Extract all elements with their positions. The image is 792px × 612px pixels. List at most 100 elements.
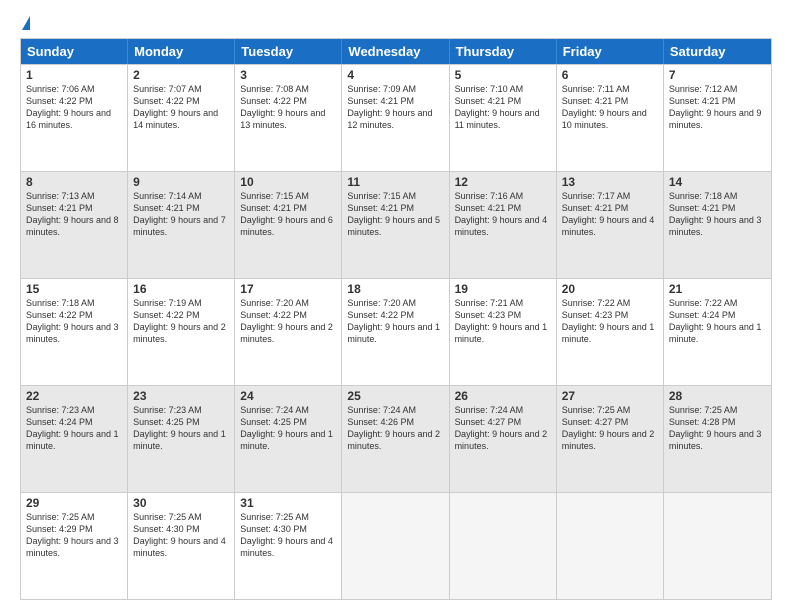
day-number: 15 xyxy=(26,282,122,296)
day-number: 28 xyxy=(669,389,766,403)
calendar-week-5: 29Sunrise: 7:25 AM Sunset: 4:29 PM Dayli… xyxy=(21,492,771,599)
day-info: Sunrise: 7:06 AM Sunset: 4:22 PM Dayligh… xyxy=(26,83,122,132)
day-info: Sunrise: 7:22 AM Sunset: 4:23 PM Dayligh… xyxy=(562,297,658,346)
day-info: Sunrise: 7:15 AM Sunset: 4:21 PM Dayligh… xyxy=(240,190,336,239)
day-info: Sunrise: 7:25 AM Sunset: 4:29 PM Dayligh… xyxy=(26,511,122,560)
calendar-cell: 11Sunrise: 7:15 AM Sunset: 4:21 PM Dayli… xyxy=(342,172,449,278)
day-number: 16 xyxy=(133,282,229,296)
calendar-body: 1Sunrise: 7:06 AM Sunset: 4:22 PM Daylig… xyxy=(21,64,771,599)
day-info: Sunrise: 7:23 AM Sunset: 4:24 PM Dayligh… xyxy=(26,404,122,453)
day-number: 30 xyxy=(133,496,229,510)
day-info: Sunrise: 7:24 AM Sunset: 4:27 PM Dayligh… xyxy=(455,404,551,453)
calendar-header-cell-sunday: Sunday xyxy=(21,39,128,64)
calendar-header-cell-friday: Friday xyxy=(557,39,664,64)
calendar-header-cell-saturday: Saturday xyxy=(664,39,771,64)
day-info: Sunrise: 7:20 AM Sunset: 4:22 PM Dayligh… xyxy=(240,297,336,346)
calendar-header-row: SundayMondayTuesdayWednesdayThursdayFrid… xyxy=(21,39,771,64)
day-number: 29 xyxy=(26,496,122,510)
day-number: 31 xyxy=(240,496,336,510)
calendar-cell: 29Sunrise: 7:25 AM Sunset: 4:29 PM Dayli… xyxy=(21,493,128,599)
calendar-cell xyxy=(342,493,449,599)
calendar-cell: 13Sunrise: 7:17 AM Sunset: 4:21 PM Dayli… xyxy=(557,172,664,278)
calendar-cell: 14Sunrise: 7:18 AM Sunset: 4:21 PM Dayli… xyxy=(664,172,771,278)
day-number: 9 xyxy=(133,175,229,189)
calendar-cell: 8Sunrise: 7:13 AM Sunset: 4:21 PM Daylig… xyxy=(21,172,128,278)
calendar-cell: 31Sunrise: 7:25 AM Sunset: 4:30 PM Dayli… xyxy=(235,493,342,599)
calendar-cell xyxy=(450,493,557,599)
day-info: Sunrise: 7:13 AM Sunset: 4:21 PM Dayligh… xyxy=(26,190,122,239)
calendar-cell: 2Sunrise: 7:07 AM Sunset: 4:22 PM Daylig… xyxy=(128,65,235,171)
day-info: Sunrise: 7:24 AM Sunset: 4:26 PM Dayligh… xyxy=(347,404,443,453)
day-number: 26 xyxy=(455,389,551,403)
day-number: 20 xyxy=(562,282,658,296)
day-info: Sunrise: 7:17 AM Sunset: 4:21 PM Dayligh… xyxy=(562,190,658,239)
day-number: 2 xyxy=(133,68,229,82)
page: SundayMondayTuesdayWednesdayThursdayFrid… xyxy=(0,0,792,612)
day-number: 17 xyxy=(240,282,336,296)
calendar-cell: 27Sunrise: 7:25 AM Sunset: 4:27 PM Dayli… xyxy=(557,386,664,492)
day-info: Sunrise: 7:12 AM Sunset: 4:21 PM Dayligh… xyxy=(669,83,766,132)
calendar-cell: 17Sunrise: 7:20 AM Sunset: 4:22 PM Dayli… xyxy=(235,279,342,385)
day-number: 18 xyxy=(347,282,443,296)
calendar-cell: 28Sunrise: 7:25 AM Sunset: 4:28 PM Dayli… xyxy=(664,386,771,492)
day-info: Sunrise: 7:15 AM Sunset: 4:21 PM Dayligh… xyxy=(347,190,443,239)
day-number: 1 xyxy=(26,68,122,82)
day-info: Sunrise: 7:11 AM Sunset: 4:21 PM Dayligh… xyxy=(562,83,658,132)
day-info: Sunrise: 7:22 AM Sunset: 4:24 PM Dayligh… xyxy=(669,297,766,346)
day-info: Sunrise: 7:25 AM Sunset: 4:28 PM Dayligh… xyxy=(669,404,766,453)
calendar-cell: 16Sunrise: 7:19 AM Sunset: 4:22 PM Dayli… xyxy=(128,279,235,385)
calendar-header-cell-tuesday: Tuesday xyxy=(235,39,342,64)
day-number: 14 xyxy=(669,175,766,189)
calendar-cell: 18Sunrise: 7:20 AM Sunset: 4:22 PM Dayli… xyxy=(342,279,449,385)
day-info: Sunrise: 7:10 AM Sunset: 4:21 PM Dayligh… xyxy=(455,83,551,132)
logo-triangle-icon xyxy=(22,16,30,30)
day-info: Sunrise: 7:21 AM Sunset: 4:23 PM Dayligh… xyxy=(455,297,551,346)
day-number: 7 xyxy=(669,68,766,82)
day-number: 21 xyxy=(669,282,766,296)
calendar-cell: 1Sunrise: 7:06 AM Sunset: 4:22 PM Daylig… xyxy=(21,65,128,171)
day-info: Sunrise: 7:25 AM Sunset: 4:27 PM Dayligh… xyxy=(562,404,658,453)
calendar-cell: 26Sunrise: 7:24 AM Sunset: 4:27 PM Dayli… xyxy=(450,386,557,492)
calendar-week-2: 8Sunrise: 7:13 AM Sunset: 4:21 PM Daylig… xyxy=(21,171,771,278)
logo xyxy=(20,16,30,30)
calendar-week-4: 22Sunrise: 7:23 AM Sunset: 4:24 PM Dayli… xyxy=(21,385,771,492)
day-info: Sunrise: 7:08 AM Sunset: 4:22 PM Dayligh… xyxy=(240,83,336,132)
day-info: Sunrise: 7:20 AM Sunset: 4:22 PM Dayligh… xyxy=(347,297,443,346)
calendar-cell: 4Sunrise: 7:09 AM Sunset: 4:21 PM Daylig… xyxy=(342,65,449,171)
calendar-cell: 7Sunrise: 7:12 AM Sunset: 4:21 PM Daylig… xyxy=(664,65,771,171)
day-number: 23 xyxy=(133,389,229,403)
calendar-cell: 25Sunrise: 7:24 AM Sunset: 4:26 PM Dayli… xyxy=(342,386,449,492)
day-number: 27 xyxy=(562,389,658,403)
day-info: Sunrise: 7:18 AM Sunset: 4:21 PM Dayligh… xyxy=(669,190,766,239)
day-number: 25 xyxy=(347,389,443,403)
calendar-week-3: 15Sunrise: 7:18 AM Sunset: 4:22 PM Dayli… xyxy=(21,278,771,385)
day-number: 4 xyxy=(347,68,443,82)
day-number: 5 xyxy=(455,68,551,82)
day-number: 11 xyxy=(347,175,443,189)
day-info: Sunrise: 7:19 AM Sunset: 4:22 PM Dayligh… xyxy=(133,297,229,346)
calendar-cell: 23Sunrise: 7:23 AM Sunset: 4:25 PM Dayli… xyxy=(128,386,235,492)
day-number: 8 xyxy=(26,175,122,189)
day-number: 6 xyxy=(562,68,658,82)
day-number: 19 xyxy=(455,282,551,296)
day-info: Sunrise: 7:23 AM Sunset: 4:25 PM Dayligh… xyxy=(133,404,229,453)
day-number: 12 xyxy=(455,175,551,189)
calendar-cell: 30Sunrise: 7:25 AM Sunset: 4:30 PM Dayli… xyxy=(128,493,235,599)
calendar-header-cell-thursday: Thursday xyxy=(450,39,557,64)
calendar: SundayMondayTuesdayWednesdayThursdayFrid… xyxy=(20,38,772,600)
day-number: 10 xyxy=(240,175,336,189)
calendar-cell: 22Sunrise: 7:23 AM Sunset: 4:24 PM Dayli… xyxy=(21,386,128,492)
calendar-cell: 6Sunrise: 7:11 AM Sunset: 4:21 PM Daylig… xyxy=(557,65,664,171)
day-info: Sunrise: 7:18 AM Sunset: 4:22 PM Dayligh… xyxy=(26,297,122,346)
day-info: Sunrise: 7:14 AM Sunset: 4:21 PM Dayligh… xyxy=(133,190,229,239)
day-info: Sunrise: 7:16 AM Sunset: 4:21 PM Dayligh… xyxy=(455,190,551,239)
day-info: Sunrise: 7:25 AM Sunset: 4:30 PM Dayligh… xyxy=(133,511,229,560)
day-info: Sunrise: 7:25 AM Sunset: 4:30 PM Dayligh… xyxy=(240,511,336,560)
calendar-cell: 19Sunrise: 7:21 AM Sunset: 4:23 PM Dayli… xyxy=(450,279,557,385)
day-info: Sunrise: 7:07 AM Sunset: 4:22 PM Dayligh… xyxy=(133,83,229,132)
day-info: Sunrise: 7:09 AM Sunset: 4:21 PM Dayligh… xyxy=(347,83,443,132)
calendar-cell: 5Sunrise: 7:10 AM Sunset: 4:21 PM Daylig… xyxy=(450,65,557,171)
calendar-cell: 21Sunrise: 7:22 AM Sunset: 4:24 PM Dayli… xyxy=(664,279,771,385)
calendar-cell: 15Sunrise: 7:18 AM Sunset: 4:22 PM Dayli… xyxy=(21,279,128,385)
calendar-header-cell-wednesday: Wednesday xyxy=(342,39,449,64)
